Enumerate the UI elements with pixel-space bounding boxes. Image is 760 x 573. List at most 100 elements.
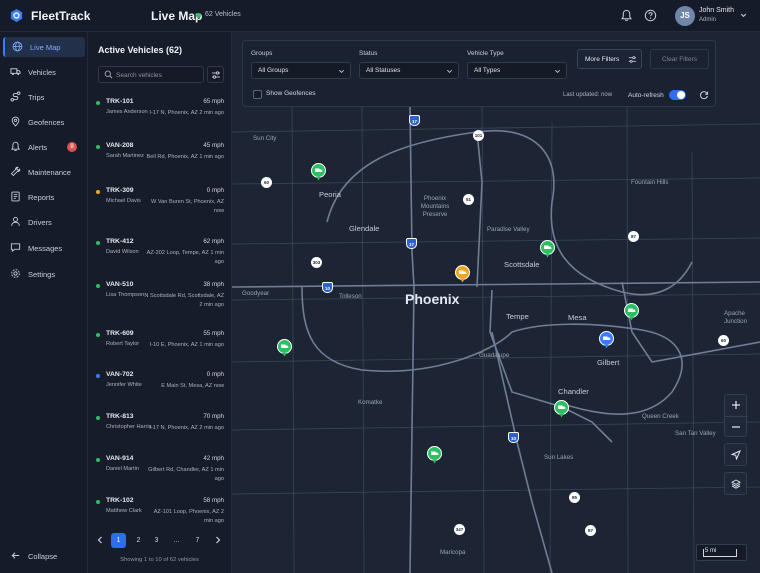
sidebar-item-live-map[interactable]: Live Map (3, 37, 85, 57)
bell-icon (10, 141, 21, 152)
status-select-value: All Statuses (366, 67, 401, 74)
vehicle-status-dot (96, 374, 100, 378)
notifications-bell-icon[interactable] (620, 9, 633, 22)
page-button-1[interactable]: 1 (111, 533, 126, 548)
live-map[interactable]: Sun City Peoria Glendale Phoenix Phoenix… (232, 32, 760, 573)
show-geofences-checkbox[interactable] (253, 90, 262, 99)
auto-refresh-toggle[interactable] (669, 90, 686, 100)
zoom-out-button[interactable] (725, 416, 748, 437)
sidebar-item-alerts[interactable]: Alerts 8 (3, 137, 85, 157)
map-label-fountain-hills: Fountain Hills (631, 179, 669, 186)
vehicle-driver: James Anderson (106, 109, 148, 115)
vehicle-list-item[interactable]: VAN-702 Jennifer White 0 mph E Main St, Mes… (88, 371, 231, 413)
zoom-in-button[interactable] (725, 395, 748, 416)
map-label-maricopa: Maricopa (440, 549, 466, 556)
clear-filters-button[interactable]: Clear Filters (650, 49, 709, 69)
vehicle-marker-idle[interactable] (455, 265, 470, 283)
page-button-7[interactable]: 7 (190, 533, 205, 548)
report-icon (11, 191, 20, 202)
vehicle-list-item[interactable]: TRK-412 David Wilson 62 mph AZ-202 Loop, Te… (88, 238, 231, 280)
vehicle-id: VAN-914 (106, 455, 134, 462)
next-page-chevron-right-icon[interactable] (214, 535, 222, 545)
vehicle-driver: Jennifer White (106, 382, 142, 388)
sidebar-item-reports[interactable]: Reports (3, 187, 85, 207)
vehicle-list-item[interactable]: VAN-914 Daniel Martin 42 mph Gilbert Rd, Ch… (88, 455, 231, 497)
vehicle-location-text: I-17 N, Phoenix, AZ (149, 425, 198, 431)
sidebar-item-vehicles[interactable]: Vehicles (3, 62, 85, 82)
previous-page-chevron-left-icon[interactable] (96, 535, 104, 545)
sidebar-item-label: Drivers (28, 218, 52, 227)
help-icon[interactable] (644, 9, 657, 22)
vehicle-speed: 62 mph (203, 238, 224, 245)
vehicle-status-dot (96, 500, 100, 504)
user-avatar[interactable]: JS (675, 6, 695, 26)
vehicle-driver: Robert Taylor (106, 341, 140, 347)
sidebar-item-geofences[interactable]: Geofences (3, 112, 85, 132)
search-vehicles-input[interactable] (116, 69, 201, 81)
search-icon (104, 70, 113, 79)
sidebar: Live Map Vehicles Trips Geofences Alerts… (0, 32, 88, 573)
vehicle-marker-moving[interactable] (554, 400, 569, 418)
more-filters-button[interactable]: More Filters (577, 49, 642, 69)
list-filter-button[interactable] (207, 66, 224, 83)
vehicle-location-text: N Scottsdale Rd, Scottsdale, AZ (144, 293, 224, 299)
alerts-count-badge: 8 (67, 142, 77, 152)
driver-icon (11, 217, 20, 226)
chevron-down-icon (555, 69, 560, 73)
vehicle-status-dot (96, 101, 100, 105)
collapse-sidebar-button[interactable]: Collapse (3, 546, 85, 566)
page-button-3[interactable]: 3 (149, 533, 164, 548)
locate-me-button[interactable] (724, 443, 747, 466)
vehicle-list-item[interactable]: TRK-309 Michael Davis 0 mph W Van Buren St,… (88, 187, 231, 229)
sidebar-item-trips[interactable]: Trips (3, 87, 85, 107)
refresh-icon[interactable] (699, 90, 709, 100)
map-label-mesa: Mesa (568, 313, 587, 322)
vehicle-marker-moving[interactable] (624, 303, 639, 321)
sidebar-item-messages[interactable]: Messages (3, 238, 85, 258)
map-layers-button[interactable] (724, 472, 747, 495)
vehicle-list-panel: Active Vehicles (62) TRK-101 James Anders… (88, 32, 232, 573)
sidebar-item-drivers[interactable]: Drivers (3, 212, 85, 232)
vehicle-list-item[interactable]: TRK-609 Robert Taylor 55 mph I-10 E, Phoeni… (88, 330, 231, 372)
vehicle-marker-moving[interactable] (427, 446, 442, 464)
sidebar-item-label: Alerts (28, 143, 48, 152)
navigation-arrow-icon (731, 450, 741, 460)
vehicle-list-item[interactable]: VAN-510 Lisa Thompson 38 mph N Scottsdale R… (88, 281, 231, 323)
vehicle-list-item[interactable]: VAN-208 Sarah Martinez 45 mph Bell Rd, Phoe… (88, 142, 231, 184)
vehicle-updated: 1 min ago (199, 154, 224, 160)
sidebar-item-settings[interactable]: Settings (3, 264, 85, 284)
vehicle-id: TRK-101 (106, 98, 134, 105)
page-button-2[interactable]: 2 (131, 533, 146, 548)
pagination: 1 2 3 ... 7 (88, 531, 231, 551)
vehicle-type-select-value: All Types (474, 67, 501, 74)
vehicle-marker-moving[interactable] (540, 240, 555, 258)
vehicle-status-dot (96, 458, 100, 462)
vehicle-id: TRK-102 (106, 497, 134, 504)
groups-select[interactable]: All Groups (251, 62, 351, 79)
plus-icon (732, 401, 740, 409)
vehicle-list-item[interactable]: TRK-813 Christopher Harris 70 mph I-17 N, P… (88, 413, 231, 455)
live-indicator-dot (196, 13, 201, 18)
map-label-queen-creek: Queen Creek (642, 413, 679, 420)
status-select[interactable]: All Statuses (359, 62, 459, 79)
map-label-phoenix-mountains-preserve: Phoenix Mountains Preserve (420, 195, 450, 218)
toggle-knob (677, 91, 685, 99)
vehicle-location-text: AZ-202 Loop, Tempe, AZ (146, 250, 209, 256)
sidebar-item-label: Reports (28, 193, 55, 202)
groups-select-value: All Groups (258, 67, 289, 74)
vehicle-marker-moving[interactable] (277, 339, 292, 357)
vehicle-marker-stopped[interactable] (599, 331, 614, 349)
show-geofences-label: Show Geofences (266, 90, 316, 97)
vehicle-location-text: Gilbert Rd, Chandler, AZ (148, 467, 209, 473)
vehicle-type-select[interactable]: All Types (467, 62, 567, 79)
vehicle-marker-moving[interactable] (311, 163, 326, 181)
map-label-guadalupe: Guadalupe (479, 352, 510, 359)
vehicle-list-item[interactable]: TRK-101 James Anderson 65 mph I-17 N, Phoen… (88, 98, 231, 140)
sidebar-item-maintenance[interactable]: Maintenance (3, 162, 85, 182)
user-menu-chevron-down-icon[interactable] (739, 11, 748, 20)
map-label-san-tan-valley: San Tan Valley (675, 430, 716, 437)
map-label-glendale: Glendale (349, 224, 380, 233)
sidebar-item-label: Maintenance (28, 168, 71, 177)
page-title: Live Map (151, 9, 203, 23)
vehicle-updated: 2 min ago (199, 425, 224, 431)
